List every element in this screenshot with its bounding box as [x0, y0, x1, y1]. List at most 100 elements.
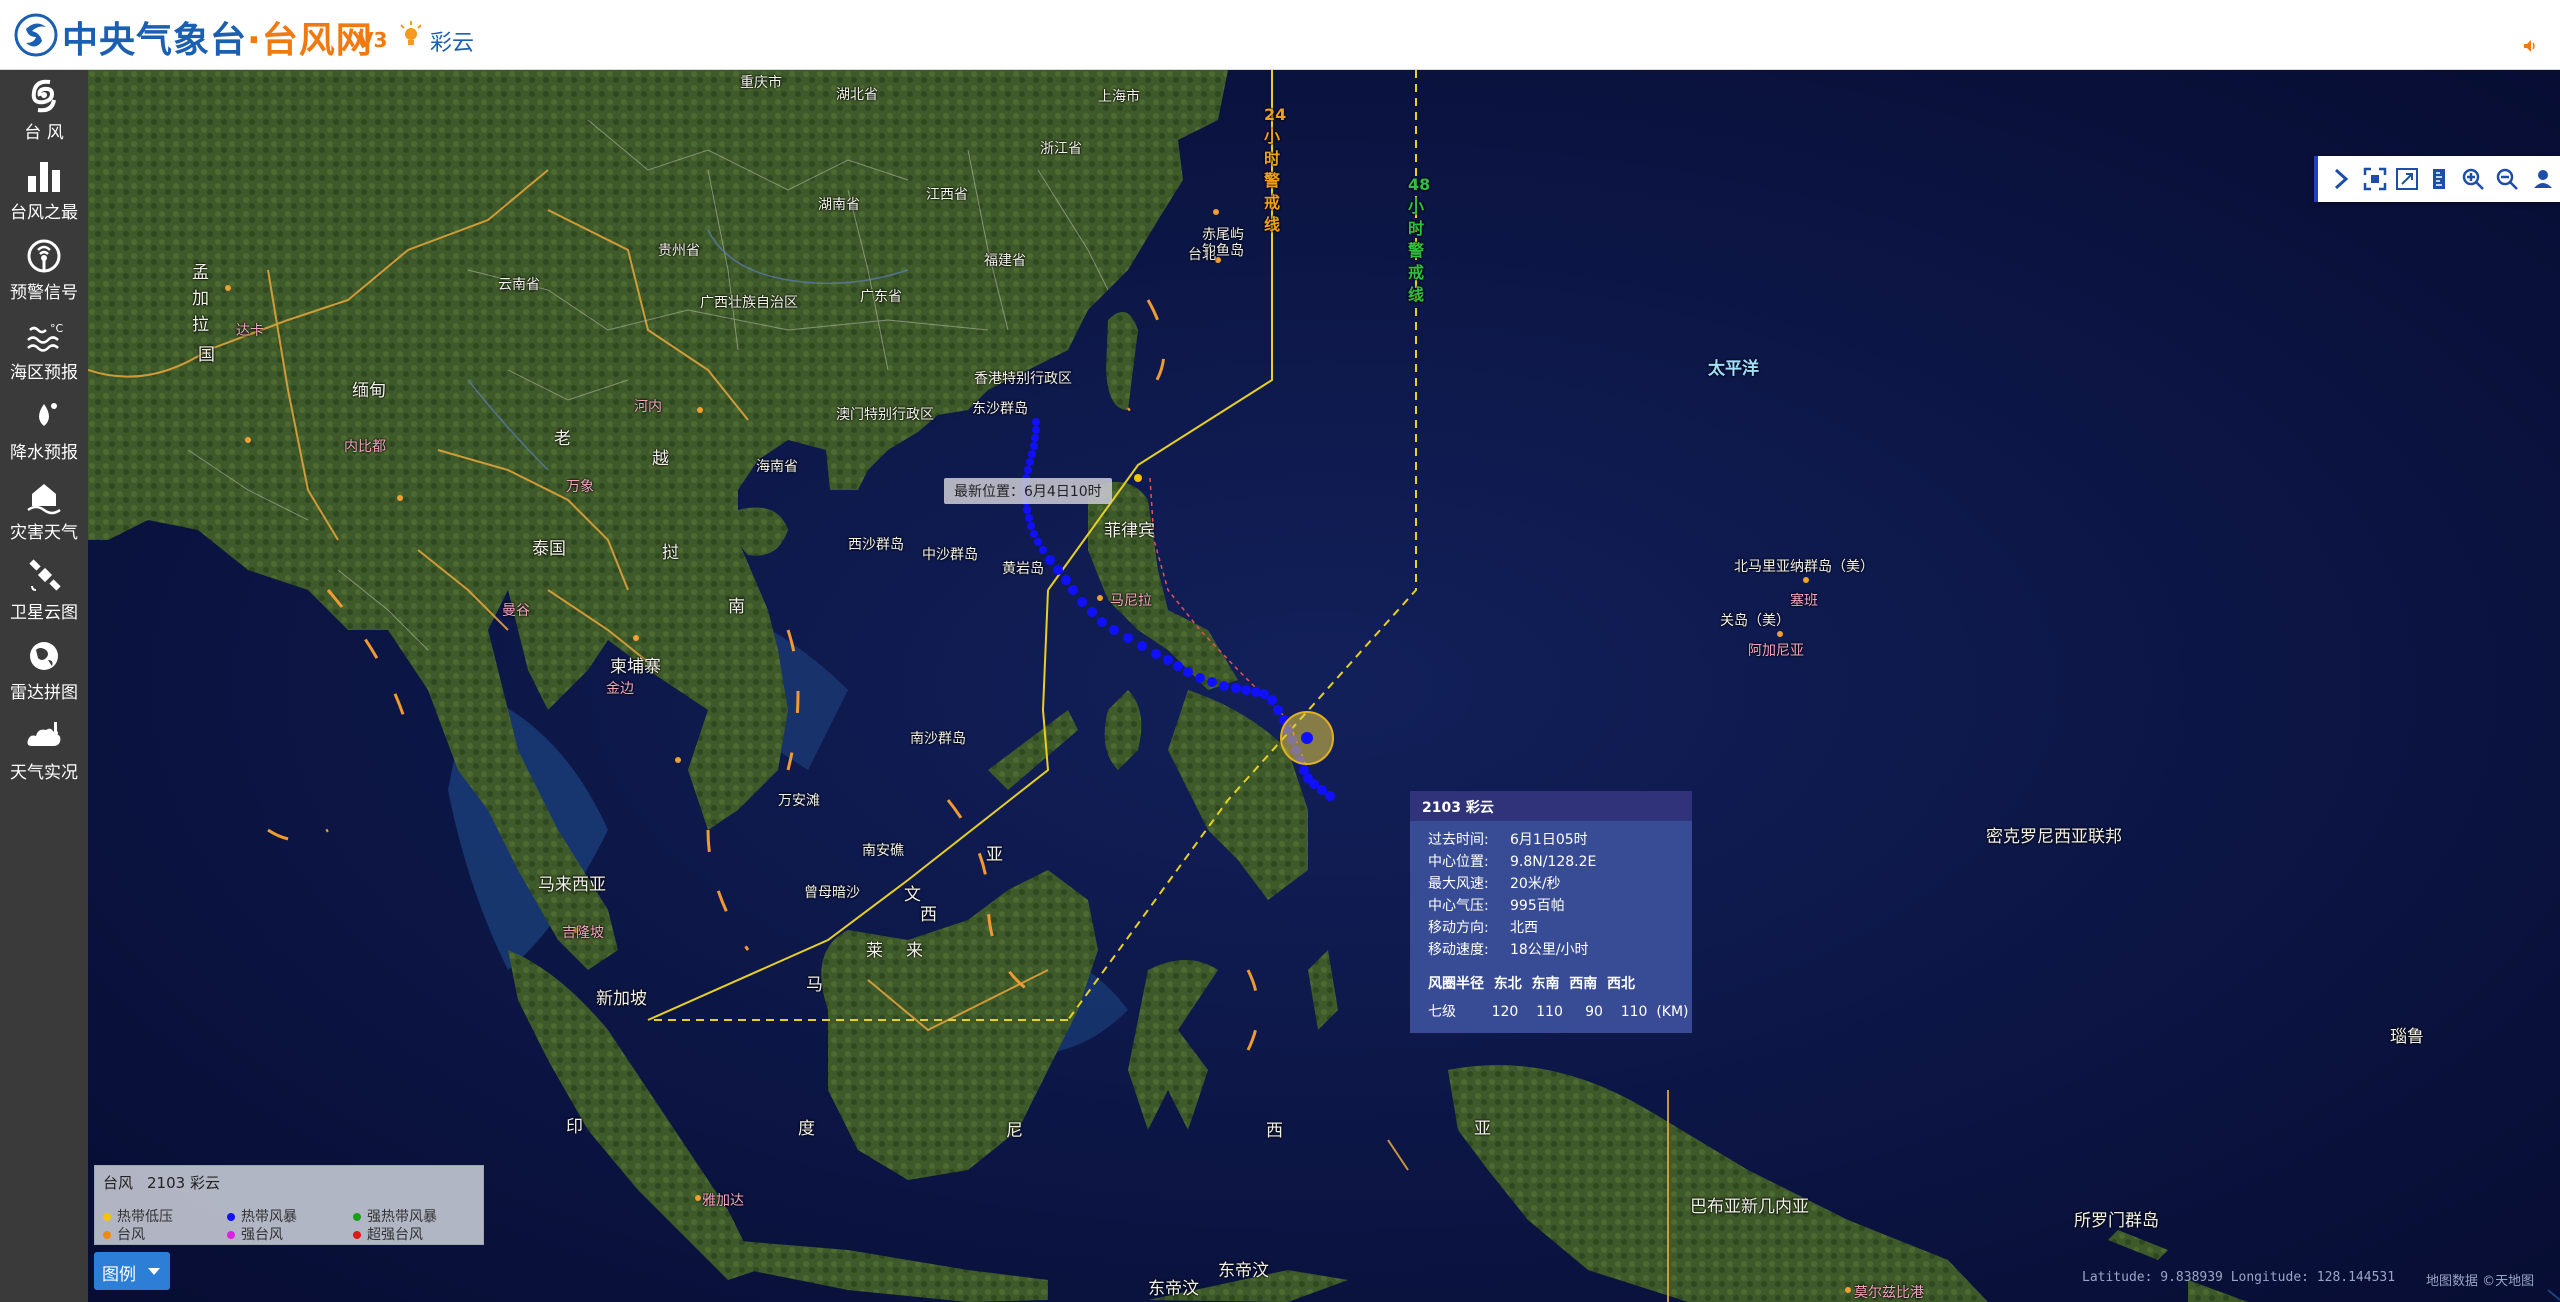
- sidebar-item-label: 卫星云图: [10, 603, 78, 623]
- zoom-in-icon[interactable]: [2460, 166, 2486, 192]
- map-label-island: 中沙群岛: [922, 547, 978, 563]
- rain-drop-icon: [39, 403, 57, 426]
- map-background: [88, 70, 2560, 1302]
- bar-chart-icon: [28, 162, 60, 192]
- map-label-country: 莱: [866, 941, 883, 961]
- sidebar-item-label: 预警信号: [10, 283, 78, 303]
- map-label-country: 孟: [192, 263, 209, 283]
- map-label-province: 浙江省: [1040, 141, 1082, 157]
- map-label-country: 新加坡: [596, 989, 647, 1009]
- logo-site-name: 台风网: [261, 20, 373, 61]
- legend-item-sts: 强热带风暴: [353, 1206, 437, 1226]
- site-title[interactable]: 中央气象台·台风网: [62, 11, 373, 63]
- info-value: 995百帕: [1510, 898, 1565, 914]
- forecast-start-marker: [1134, 474, 1142, 482]
- info-row-speed: 移动速度: 18公里/小时: [1428, 939, 1589, 959]
- legend-item-td: 热带低压: [103, 1206, 173, 1226]
- map-label-island: 东沙群岛: [972, 401, 1028, 417]
- typhoon-info-popup: 2103 彩云 过去时间: 6月1日05时 中心位置: 9.8N/128.2E 最大…: [1410, 791, 1692, 1033]
- map-label-country: 亚: [1474, 1119, 1491, 1139]
- sidebar-item-rain[interactable]: 降水预报: [0, 390, 88, 470]
- map-label-country: 老: [554, 429, 571, 449]
- sidebar-item-warning[interactable]: 预警信号: [0, 230, 88, 310]
- chevron-right-icon[interactable]: [2328, 166, 2354, 192]
- legend-label: 超强台风: [367, 1227, 423, 1243]
- map-label-country: 东帝汶: [1218, 1261, 1269, 1281]
- expand-icon[interactable]: [2394, 166, 2420, 192]
- info-value: 18公里/小时: [1510, 942, 1589, 958]
- sidebar-item-records[interactable]: 台风之最: [0, 150, 88, 230]
- sidebar-item-observation[interactable]: 天气实况: [0, 710, 88, 790]
- logo-org-name: 中央气象台: [62, 20, 248, 61]
- map-label-province: 海南省: [756, 459, 798, 475]
- map-label-capital: 台北: [1188, 247, 1216, 263]
- warning-line-48h-label: 48小时警戒线: [1408, 175, 1431, 304]
- legend-toggle-button[interactable]: 图例: [94, 1252, 170, 1290]
- sidebar-item-sea-forecast[interactable]: °C 海区预报: [0, 310, 88, 390]
- location-icon[interactable]: [2530, 166, 2556, 192]
- speaker-icon[interactable]: [2522, 38, 2538, 54]
- map-label-capital: 塞班: [1790, 593, 1818, 609]
- map-label-country: 东帝汶: [1148, 1279, 1199, 1299]
- sidebar-item-label: 雷达拼图: [10, 683, 78, 703]
- legend-dot: [103, 1231, 111, 1239]
- zoom-out-icon[interactable]: [2494, 166, 2520, 192]
- info-value: 9.8N/128.2E: [1510, 854, 1597, 870]
- info-key: 中心气压:: [1428, 898, 1489, 914]
- logo-icon[interactable]: [14, 13, 58, 57]
- map-toolbar: [2314, 156, 2560, 202]
- map-label-country: 缅甸: [352, 381, 386, 401]
- map-label-country: 南: [728, 597, 745, 617]
- info-value: 6月1日05时: [1510, 832, 1588, 848]
- map-label-province: 江西省: [926, 187, 968, 203]
- map-label-ocean: 太平洋: [1708, 359, 1759, 379]
- map-label-island: 黄岩岛: [1002, 561, 1044, 577]
- sidebar-item-label: 台 风: [24, 123, 64, 143]
- legend-dot: [103, 1213, 111, 1221]
- sidebar-item-typhoon[interactable]: 台 风: [0, 70, 88, 150]
- map-label-country: 印: [566, 1117, 583, 1137]
- map-label-country: 越: [652, 449, 669, 469]
- sea-forecast-icon: °C: [27, 322, 64, 352]
- warning-line-24h-label: 24小时警戒线: [1264, 105, 1287, 234]
- coordinate-readout: Latitude: 9.838939 Longitude: 128.144531: [2082, 1270, 2396, 1285]
- info-key: 移动速度:: [1428, 942, 1489, 958]
- info-row-pressure: 中心气压: 995百帕: [1428, 895, 1565, 915]
- map-label-country: 西: [1266, 1121, 1283, 1141]
- map-label-capital: 河内: [634, 399, 662, 415]
- satellite-icon: [29, 559, 61, 591]
- map-label-country: 马来西亚: [538, 875, 606, 895]
- sidebar-item-label: 降水预报: [10, 443, 78, 463]
- legend-title: 台风 2103 彩云: [103, 1172, 220, 1193]
- map-label-island: 南安礁: [862, 843, 904, 859]
- sidebar-item-radar[interactable]: 雷达拼图: [0, 630, 88, 710]
- legend-dot: [227, 1213, 235, 1221]
- legend-label: 热带风暴: [241, 1209, 297, 1225]
- cloud-icon: [27, 722, 61, 746]
- latest-position-tooltip: 最新位置：6月4日10时: [944, 478, 1112, 504]
- fullscreen-icon[interactable]: [2362, 166, 2388, 192]
- info-value: 20米/秒: [1510, 876, 1561, 892]
- info-key: 过去时间:: [1428, 832, 1489, 848]
- measure-icon[interactable]: [2426, 166, 2452, 192]
- legend-panel: 台风 2103 彩云 热带低压 热带风暴 强热带风暴 台风 强台风 超强台风: [94, 1165, 484, 1245]
- legend-item-ty: 台风: [103, 1224, 145, 1244]
- map-label-region: 香港特别行政区: [974, 371, 1072, 387]
- warning-signal-icon: [27, 239, 61, 273]
- map-label-island: 曾母暗沙: [804, 885, 860, 901]
- legend-label: 强热带风暴: [367, 1209, 437, 1225]
- map-label-capital: 内比都: [344, 439, 386, 455]
- current-typhoon-link[interactable]: 彩云: [430, 25, 474, 57]
- sidebar-item-label: 天气实况: [10, 763, 78, 783]
- info-row-direction: 移动方向: 北西: [1428, 917, 1538, 937]
- wind-radius-header: 风圈半径 东北 东南 西南 西北: [1428, 976, 1635, 992]
- map-label-capital: 莫尔兹比港: [1854, 1285, 1924, 1301]
- map-canvas[interactable]: 重庆市 湖北省 上海市 浙江省 湖南省 江西省 贵州省 福建省 云南省 广西壮族…: [88, 70, 2560, 1302]
- sidebar-item-satellite[interactable]: 卫星云图: [0, 550, 88, 630]
- sidebar-item-hazard[interactable]: 灾害天气: [0, 470, 88, 550]
- map-label-country: 菲律宾: [1104, 521, 1155, 541]
- house-hazard-icon: [27, 484, 61, 515]
- map-label-province: 上海市: [1098, 89, 1140, 105]
- map-label-country: 来: [906, 941, 923, 961]
- map-label-country: 密克罗尼西亚联邦: [1986, 827, 2122, 847]
